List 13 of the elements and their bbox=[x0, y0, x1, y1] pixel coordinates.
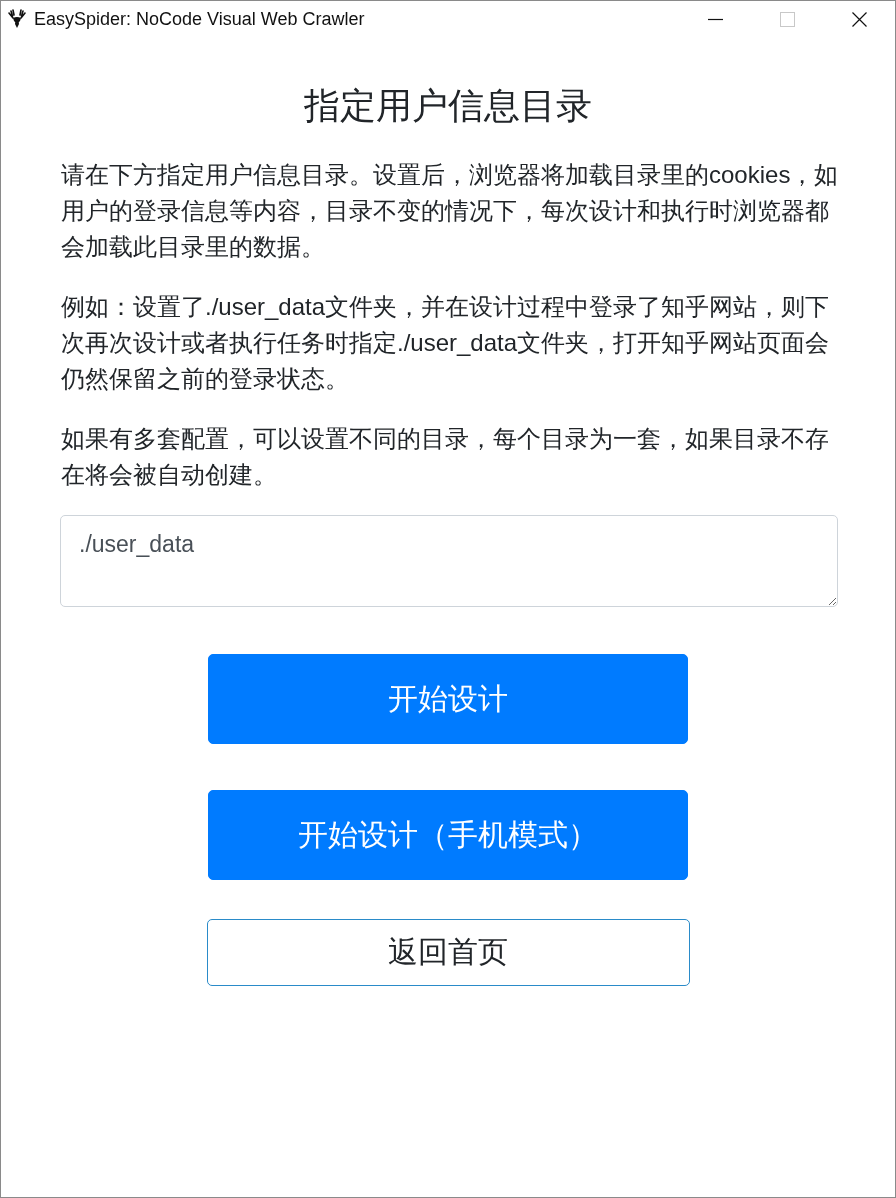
minimize-icon bbox=[707, 17, 723, 21]
antler-logo-icon bbox=[8, 9, 26, 29]
instruction-paragraph: 请在下方指定用户信息目录。设置后，浏览器将加载目录里的cookies，如用户的登录信息等内容，目录不变的情况下，每次设计和执行时浏览器都会加载此目录里的数据。 bbox=[61, 160, 839, 262]
start-design-button[interactable]: 开始设计 bbox=[208, 654, 688, 744]
maximize-icon bbox=[779, 11, 795, 27]
window-title: EasySpider: NoCode Visual Web Crawler bbox=[34, 8, 366, 30]
directory-field[interactable]: ./user_data bbox=[60, 515, 838, 607]
instruction-paragraph: 例如：设置了./user_data文件夹，并在设计过程中登录了知乎网站，则下次再次设计或者执行任务时指定./user_data文件夹，打开知乎网站页面会仍然保留之前的登录状态。 bbox=[61, 292, 831, 394]
page-heading: 指定用户信息目录 bbox=[303, 84, 593, 127]
start-design-button[interactable]: 开始设计（手机模式） bbox=[208, 790, 688, 880]
instruction-paragraph: 如果有多套配置，可以设置不同的目录，每个目录为一套，如果目录不存在将会被自动创建。 bbox=[61, 424, 830, 490]
back-home-button[interactable]: 返回首页 bbox=[206, 919, 690, 986]
close-icon bbox=[851, 11, 867, 27]
